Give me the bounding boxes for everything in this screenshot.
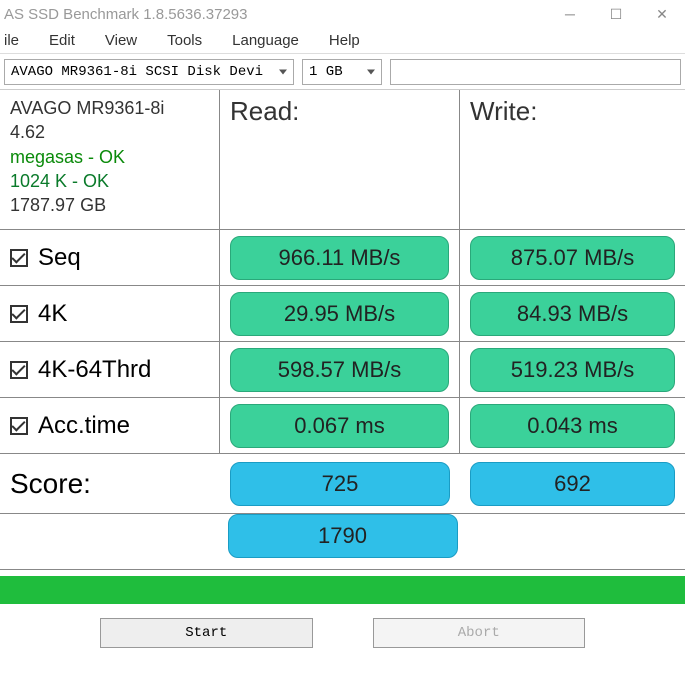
button-bar: Start Abort <box>0 618 685 648</box>
menu-view[interactable]: View <box>105 32 137 49</box>
acc-row: Acc.time 0.067 ms 0.043 ms <box>0 398 685 454</box>
score-read-value: 725 <box>230 462 450 506</box>
minimize-button[interactable]: ─ <box>547 0 593 28</box>
seq-label: Seq <box>38 244 81 272</box>
acc-read-value: 0.067 ms <box>230 404 449 448</box>
device-select-value: AVAGO MR9361-8i SCSI Disk Devi <box>11 64 263 80</box>
4k64-label: 4K-64Thrd <box>38 356 151 384</box>
titlebar: AS SSD Benchmark 1.8.5636.37293 ─ ☐ ✕ <box>0 0 685 28</box>
seq-read-value: 966.11 MB/s <box>230 236 449 280</box>
progress-bar <box>0 576 685 604</box>
acc-checkbox[interactable] <box>10 417 28 435</box>
menu-help[interactable]: Help <box>329 32 360 49</box>
acc-label: Acc.time <box>38 412 130 440</box>
menu-tools[interactable]: Tools <box>167 32 202 49</box>
score-write-value: 692 <box>470 462 675 506</box>
alignment-status: 1024 K - OK <box>10 169 109 193</box>
total-row: 1790 <box>0 514 685 570</box>
device-info: AVAGO MR9361-8i 4.62 megasas - OK 1024 K… <box>0 90 220 229</box>
4k-row: 4K 29.95 MB/s 84.93 MB/s <box>0 286 685 342</box>
4k64-checkbox[interactable] <box>10 361 28 379</box>
toolbar: AVAGO MR9361-8i SCSI Disk Devi 1 GB <box>0 54 685 90</box>
toolbar-textbox[interactable] <box>390 59 681 85</box>
seq-write-value: 875.07 MB/s <box>470 236 675 280</box>
close-button[interactable]: ✕ <box>639 0 685 28</box>
device-name: AVAGO MR9361-8i <box>10 96 164 120</box>
results-grid: AVAGO MR9361-8i 4.62 megasas - OK 1024 K… <box>0 90 685 570</box>
abort-button: Abort <box>373 618 586 648</box>
seq-checkbox[interactable] <box>10 249 28 267</box>
menu-language[interactable]: Language <box>232 32 299 49</box>
start-button[interactable]: Start <box>100 618 313 648</box>
4k-checkbox[interactable] <box>10 305 28 323</box>
menu-file[interactable]: ile <box>4 32 19 49</box>
driver-status: megasas - OK <box>10 145 125 169</box>
4k64-write-value: 519.23 MB/s <box>470 348 675 392</box>
score-row: Score: 725 692 <box>0 454 685 514</box>
header-row: AVAGO MR9361-8i 4.62 megasas - OK 1024 K… <box>0 90 685 230</box>
seq-row: Seq 966.11 MB/s 875.07 MB/s <box>0 230 685 286</box>
device-select[interactable]: AVAGO MR9361-8i SCSI Disk Devi <box>4 59 294 85</box>
device-version: 4.62 <box>10 120 45 144</box>
device-capacity: 1787.97 GB <box>10 193 106 217</box>
read-header: Read: <box>220 90 460 229</box>
score-label: Score: <box>0 454 220 513</box>
maximize-button[interactable]: ☐ <box>593 0 639 28</box>
window-title: AS SSD Benchmark 1.8.5636.37293 <box>4 6 248 23</box>
4k-label: 4K <box>38 300 67 328</box>
score-total-value: 1790 <box>228 514 458 558</box>
acc-write-value: 0.043 ms <box>470 404 675 448</box>
4k64-read-value: 598.57 MB/s <box>230 348 449 392</box>
4k64-row: 4K-64Thrd 598.57 MB/s 519.23 MB/s <box>0 342 685 398</box>
4k-write-value: 84.93 MB/s <box>470 292 675 336</box>
menubar: ile Edit View Tools Language Help <box>0 28 685 54</box>
write-header: Write: <box>460 90 685 229</box>
size-select[interactable]: 1 GB <box>302 59 382 85</box>
size-select-value: 1 GB <box>309 64 343 80</box>
4k-read-value: 29.95 MB/s <box>230 292 449 336</box>
menu-edit[interactable]: Edit <box>49 32 75 49</box>
